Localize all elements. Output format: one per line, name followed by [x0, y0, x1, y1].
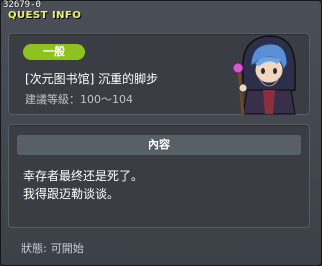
- quest-name: [次元图书馆] 沉重的脚步: [25, 72, 159, 86]
- quest-content-panel: 內容 幸存者最终还是死了。 我得跟迈勒谈谈。: [8, 124, 310, 228]
- status-label: 狀態:: [21, 242, 47, 255]
- window-title: QUEST INFO: [8, 10, 82, 21]
- quest-info-window: 32679-0 QUEST INFO 一般 [次元图书馆] 沉重的脚步 建議等級…: [0, 0, 322, 266]
- quest-summary-panel: 一般 [次元图书馆] 沉重的脚步 建議等級：100～104: [8, 33, 310, 116]
- quest-description: 幸存者最终还是死了。 我得跟迈勒谈谈。: [23, 167, 143, 203]
- recommended-level: 建議等級：100～104: [25, 93, 133, 106]
- category-badge: 一般: [23, 44, 85, 60]
- description-line: 幸存者最终还是死了。: [23, 169, 144, 183]
- content-header: 內容: [17, 135, 301, 155]
- npc-portrait-icon: [232, 35, 296, 116]
- quest-id: 32679-0: [3, 0, 41, 10]
- description-line: 我得跟迈勒谈谈。: [23, 187, 120, 201]
- quest-status: 狀態: 可開始: [21, 240, 88, 256]
- status-value: 可開始: [50, 242, 84, 255]
